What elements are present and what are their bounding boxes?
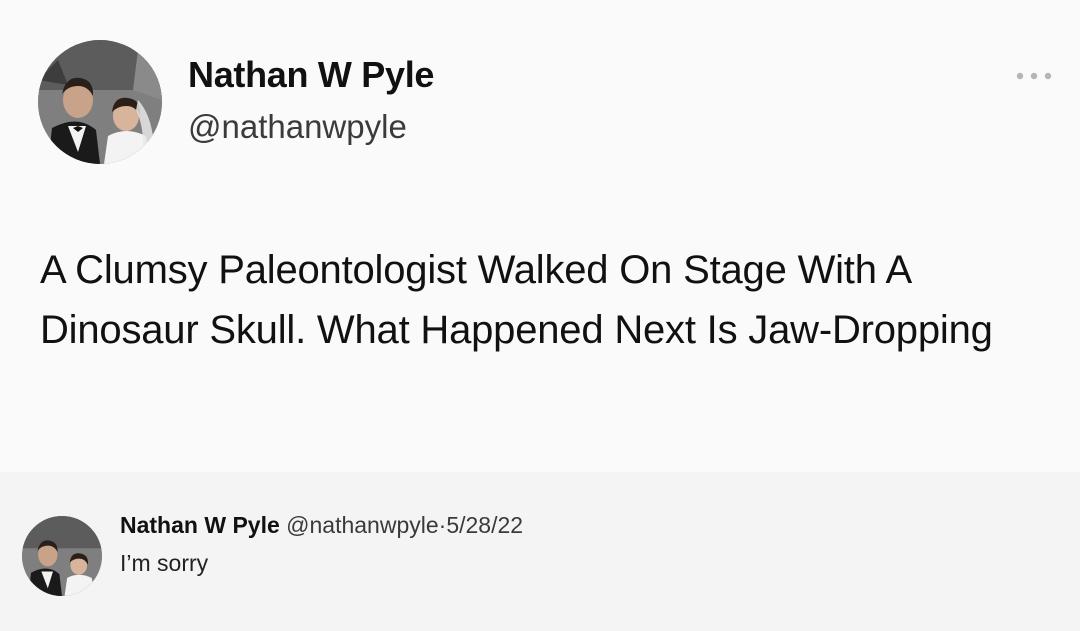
reply-date[interactable]: 5/28/22 (446, 512, 523, 538)
avatar[interactable] (38, 40, 162, 164)
display-name[interactable]: Nathan W Pyle (188, 54, 434, 96)
reply-handle[interactable]: @nathanwpyle (286, 512, 439, 538)
user-handle[interactable]: @nathanwpyle (188, 108, 407, 146)
reply-avatar[interactable] (22, 516, 102, 596)
reply-display-name[interactable]: Nathan W Pyle (120, 512, 280, 538)
reply-header: Nathan W Pyle @nathanwpyle·5/28/22 (120, 512, 523, 539)
reply-avatar-photo (22, 516, 102, 596)
more-horizontal-icon[interactable] (1014, 66, 1054, 86)
avatar-photo (38, 40, 162, 164)
tweet-card: Nathan W Pyle @nathanwpyle A Clumsy Pale… (0, 0, 1080, 472)
tweet-text: A Clumsy Paleontologist Walked On Stage … (40, 248, 993, 352)
reply-text: I’m sorry (120, 550, 209, 576)
